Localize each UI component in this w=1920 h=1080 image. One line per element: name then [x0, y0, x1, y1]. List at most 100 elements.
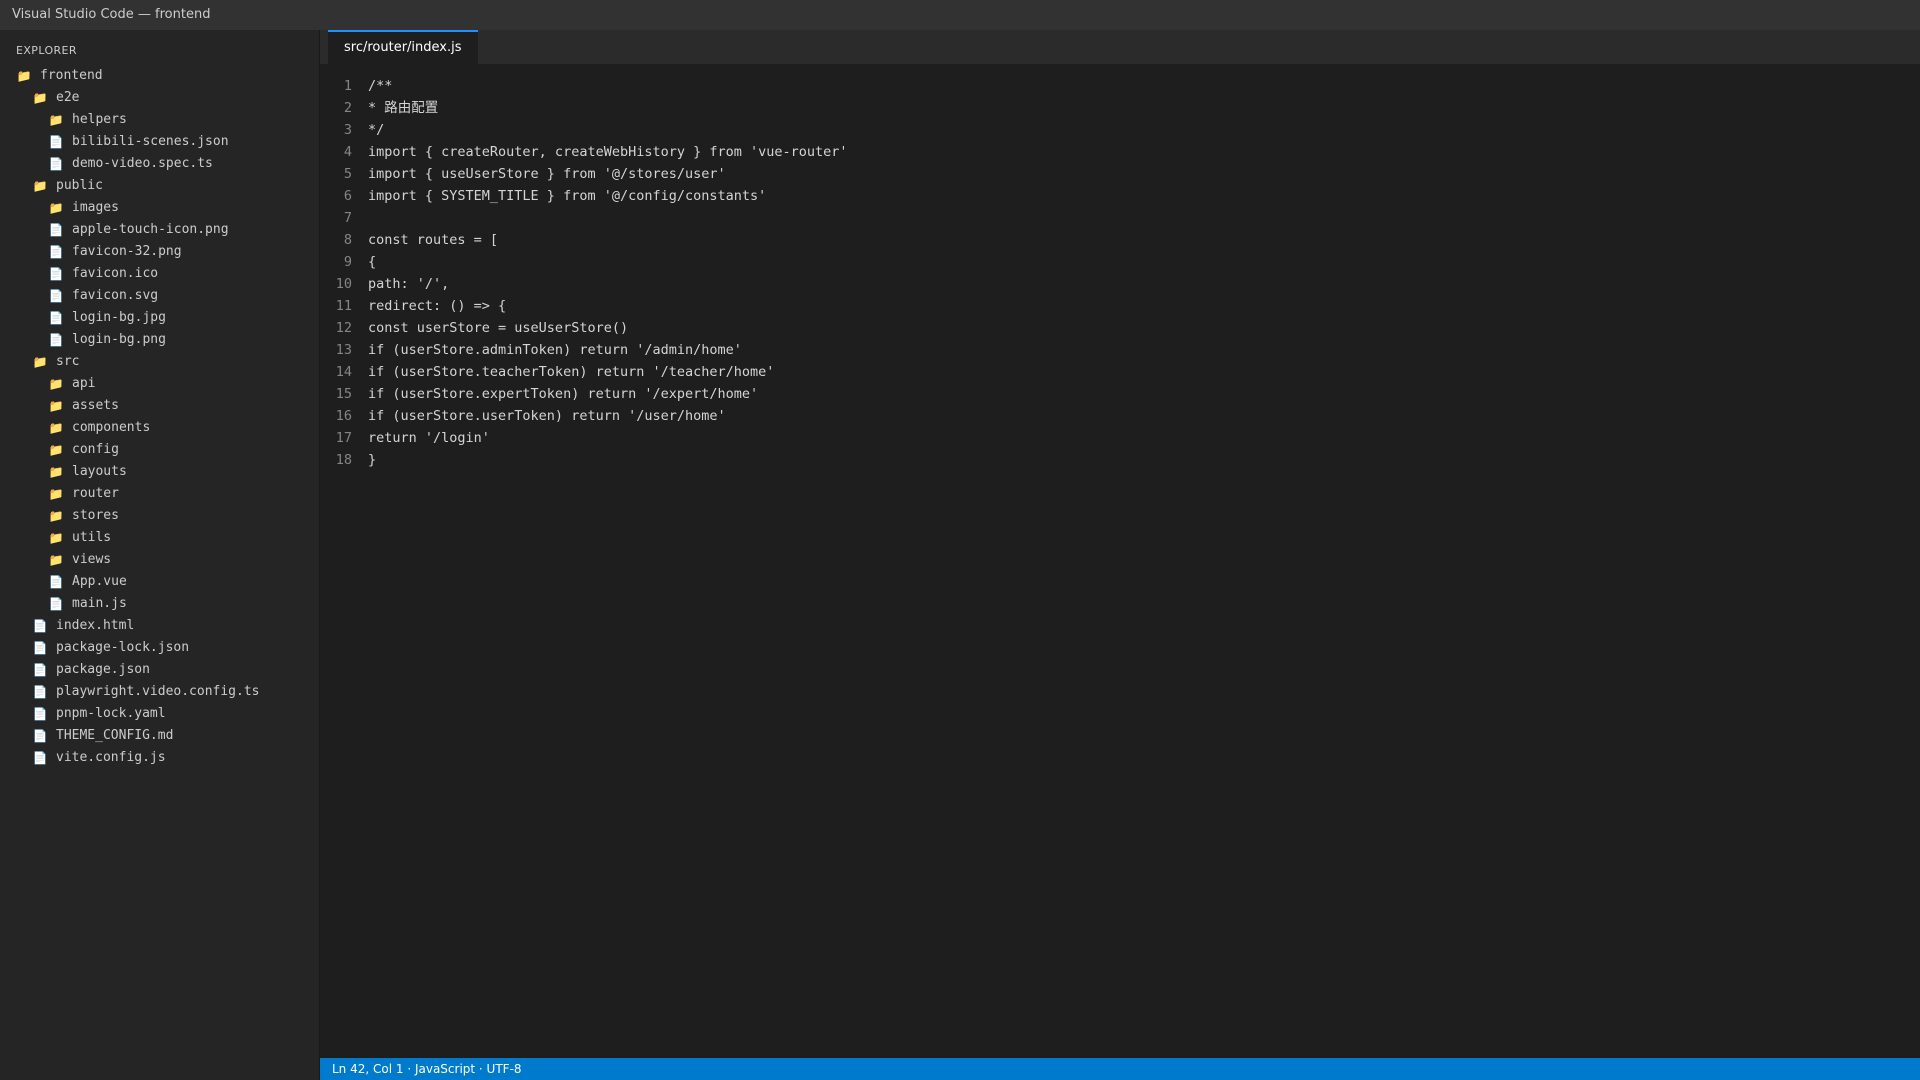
line-number: 5 — [343, 166, 352, 182]
file-icon: 📄 — [48, 597, 64, 611]
code-line[interactable]: 12 const userStore = useUserStore() — [320, 317, 1920, 339]
tree-file[interactable]: 📄 index.html — [0, 615, 320, 637]
tab-router-index[interactable]: src/router/index.js — [328, 30, 478, 64]
tree-file[interactable]: 📄 THEME_CONFIG.md — [0, 725, 320, 747]
line-number: 14 — [335, 364, 352, 380]
tree-file[interactable]: 📄 login-bg.jpg — [0, 307, 320, 329]
tree-item-label: views — [72, 552, 112, 567]
tree-file[interactable]: 📄 demo-video.spec.ts — [0, 153, 320, 175]
code-line[interactable]: 17 return '/login' — [320, 427, 1920, 449]
editor-area: src/router/index.js 1 /** 2 * 路由配置 3 */ 4 impor… — [320, 30, 1920, 1058]
line-number: 10 — [335, 276, 352, 292]
tree-item-label: vite.config.js — [56, 750, 166, 765]
code-line[interactable]: 5 import { useUserStore } from '@/stores/… — [320, 163, 1920, 185]
code-line[interactable]: 6 import { SYSTEM_TITLE } from '@/config/… — [320, 185, 1920, 207]
code-line[interactable]: 3 */ — [320, 119, 1920, 141]
line-content: if (userStore.teacherToken) return '/tea… — [368, 364, 775, 380]
tree-item-label: frontend — [40, 68, 103, 83]
tree-folder[interactable]: 📁 views — [0, 549, 320, 571]
tree-item-label: favicon.ico — [72, 266, 159, 281]
code-line[interactable]: 18} — [320, 449, 1920, 471]
code-line[interactable]: 15 if (userStore.expertToken) return '/ex… — [320, 383, 1920, 405]
tree-item-label: components — [72, 420, 151, 435]
tree-folder[interactable]: 📁 images — [0, 197, 320, 219]
tree-file[interactable]: 📄 bilibili-scenes.json — [0, 131, 320, 153]
code-line[interactable]: 10 path: '/', — [320, 273, 1920, 295]
tree-item-label: layouts — [72, 464, 127, 479]
line-number: 4 — [343, 144, 352, 160]
file-icon: 📄 — [48, 575, 64, 589]
code-line[interactable]: 11 redirect: () => { — [320, 295, 1920, 317]
folder-icon: 📁 — [16, 69, 32, 83]
folder-icon: 📁 — [32, 91, 48, 105]
title-bar: Visual Studio Code — frontend — [0, 0, 1920, 30]
line-number: 1 — [343, 78, 352, 94]
tree-folder[interactable]: 📁 components — [0, 417, 320, 439]
tree-file[interactable]: 📄 package-lock.json — [0, 637, 320, 659]
tree-file[interactable]: 📄 main.js — [0, 593, 320, 615]
tree-file[interactable]: 📄 login-bg.png — [0, 329, 320, 351]
tree-item-label: stores — [72, 508, 119, 523]
tree-folder[interactable]: 📁 public — [0, 175, 320, 197]
line-content: } — [368, 452, 377, 468]
tree-folder[interactable]: 📁 layouts — [0, 461, 320, 483]
file-tree: 📁 frontend 📁 e2e 📁 helpers 📄 bilibili-scenes.js… — [0, 65, 320, 769]
code-line[interactable]: 8 const routes = [ — [320, 229, 1920, 251]
code-line[interactable]: 1 /** — [320, 75, 1920, 97]
tree-folder[interactable]: 📁 assets — [0, 395, 320, 417]
code-line[interactable]: 16 if (userStore.userToken) return '/user… — [320, 405, 1920, 427]
tree-file[interactable]: 📄 playwright.video.config.ts — [0, 681, 320, 703]
line-number: 3 — [343, 122, 352, 138]
code-line[interactable]: 13 if (userStore.adminToken) return '/adm… — [320, 339, 1920, 361]
tree-file[interactable]: 📄 favicon-32.png — [0, 241, 320, 263]
code-view[interactable]: 1 /** 2 * 路由配置 3 */ 4 import { createRouter, cr… — [320, 75, 1920, 471]
tab-bar: src/router/index.js — [320, 30, 1920, 64]
tree-file[interactable]: 📄 favicon.svg — [0, 285, 320, 307]
tree-file[interactable]: 📄 apple-touch-icon.png — [0, 219, 320, 241]
code-line[interactable]: 14 if (userStore.teacherToken) return '/t… — [320, 361, 1920, 383]
tree-folder[interactable]: 📁 config — [0, 439, 320, 461]
line-content: import { useUserStore } from '@/stores/u… — [368, 166, 726, 182]
line-content: if (userStore.adminToken) return '/admin… — [368, 342, 742, 358]
tree-folder[interactable]: 📁 helpers — [0, 109, 320, 131]
tree-folder[interactable]: 📁 e2e — [0, 87, 320, 109]
tree-file[interactable]: 📄 pnpm-lock.yaml — [0, 703, 320, 725]
tree-folder[interactable]: 📁 stores — [0, 505, 320, 527]
tree-item-label: router — [72, 486, 119, 501]
line-number: 11 — [335, 298, 352, 314]
tree-folder[interactable]: 📁 src — [0, 351, 320, 373]
tree-folder[interactable]: 📁 utils — [0, 527, 320, 549]
tree-folder[interactable]: 📁 frontend — [0, 65, 320, 87]
window-title: Visual Studio Code — frontend — [12, 7, 211, 22]
code-line[interactable]: 9{ — [320, 251, 1920, 273]
file-icon: 📄 — [48, 157, 64, 171]
line-content: if (userStore.userToken) return '/user/h… — [368, 408, 726, 424]
line-content: return '/login' — [368, 430, 490, 446]
line-content: /** — [368, 78, 393, 94]
file-icon: 📄 — [48, 135, 64, 149]
file-icon: 📄 — [32, 641, 48, 655]
tree-item-label: public — [56, 178, 103, 193]
file-icon: 📄 — [48, 223, 64, 237]
tree-item-label: pnpm-lock.yaml — [56, 706, 166, 721]
line-content: if (userStore.expertToken) return '/expe… — [368, 386, 759, 402]
line-content: const routes = [ — [368, 232, 499, 248]
explorer-header: EXPLORER — [16, 44, 77, 57]
tree-folder[interactable]: 📁 router — [0, 483, 320, 505]
tree-item-label: THEME_CONFIG.md — [56, 728, 174, 743]
tree-file[interactable]: 📄 favicon.ico — [0, 263, 320, 285]
line-content: import { SYSTEM_TITLE } from '@/config/c… — [368, 188, 767, 204]
tree-file[interactable]: 📄 package.json — [0, 659, 320, 681]
code-line[interactable]: 7 — [320, 207, 1920, 229]
tree-folder[interactable]: 📁 api — [0, 373, 320, 395]
line-content: */ — [368, 122, 385, 138]
code-line[interactable]: 4 import { createRouter, createWebHistory… — [320, 141, 1920, 163]
line-content: const userStore = useUserStore() — [368, 320, 629, 336]
tree-item-label: package-lock.json — [56, 640, 190, 655]
file-icon: 📄 — [48, 311, 64, 325]
code-line[interactable]: 2 * 路由配置 — [320, 97, 1920, 119]
tree-file[interactable]: 📄 App.vue — [0, 571, 320, 593]
line-number: 12 — [335, 320, 352, 336]
line-number: 8 — [343, 232, 352, 248]
tree-file[interactable]: 📄 vite.config.js — [0, 747, 320, 769]
